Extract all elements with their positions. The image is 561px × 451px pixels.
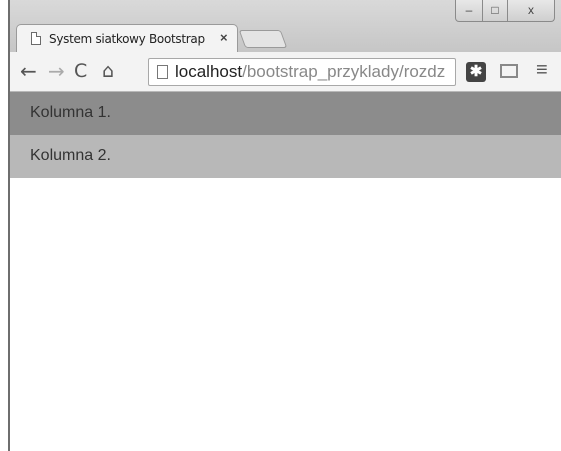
menu-icon[interactable]: ≡	[536, 59, 548, 82]
page-icon	[157, 65, 168, 79]
url-path: /bootstrap_przyklady/rozdz	[242, 62, 446, 81]
column-row-1: Kolumna 1.	[10, 92, 561, 135]
browser-toolbar: ← → C ⌂ localhost/bootstrap_przyklady/ro…	[10, 52, 561, 92]
page-content: Kolumna 1. Kolumna 2.	[10, 92, 561, 451]
new-tab-button[interactable]	[238, 30, 288, 48]
tab-title: System siatkowy Bootstrap	[49, 32, 205, 46]
fullscreen-icon[interactable]	[500, 64, 518, 78]
back-arrow-icon[interactable]: ←	[20, 60, 37, 82]
reload-icon[interactable]: C	[74, 60, 87, 82]
extension-icon[interactable]: ✱	[466, 62, 486, 82]
browser-window: System siatkowy Bootstrap × – □ x ← → C …	[8, 0, 561, 451]
column-2-label: Kolumna 2.	[30, 147, 111, 164]
tab-close-icon[interactable]: ×	[220, 30, 228, 45]
maximize-button[interactable]: □	[482, 0, 508, 22]
url-host: localhost	[175, 62, 243, 81]
column-row-2: Kolumna 2.	[10, 135, 561, 178]
home-icon[interactable]: ⌂	[102, 60, 114, 82]
minimize-button[interactable]: –	[455, 0, 483, 22]
address-bar[interactable]: localhost/bootstrap_przyklady/rozdz	[148, 58, 456, 86]
page-icon	[31, 32, 41, 45]
column-1-label: Kolumna 1.	[30, 104, 111, 121]
close-window-button[interactable]: x	[507, 0, 555, 22]
browser-tab[interactable]: System siatkowy Bootstrap ×	[16, 24, 238, 52]
tab-strip: System siatkowy Bootstrap × – □ x	[10, 0, 561, 52]
forward-arrow-icon[interactable]: →	[48, 60, 65, 82]
url-text: localhost/bootstrap_przyklady/rozdz	[175, 62, 445, 82]
